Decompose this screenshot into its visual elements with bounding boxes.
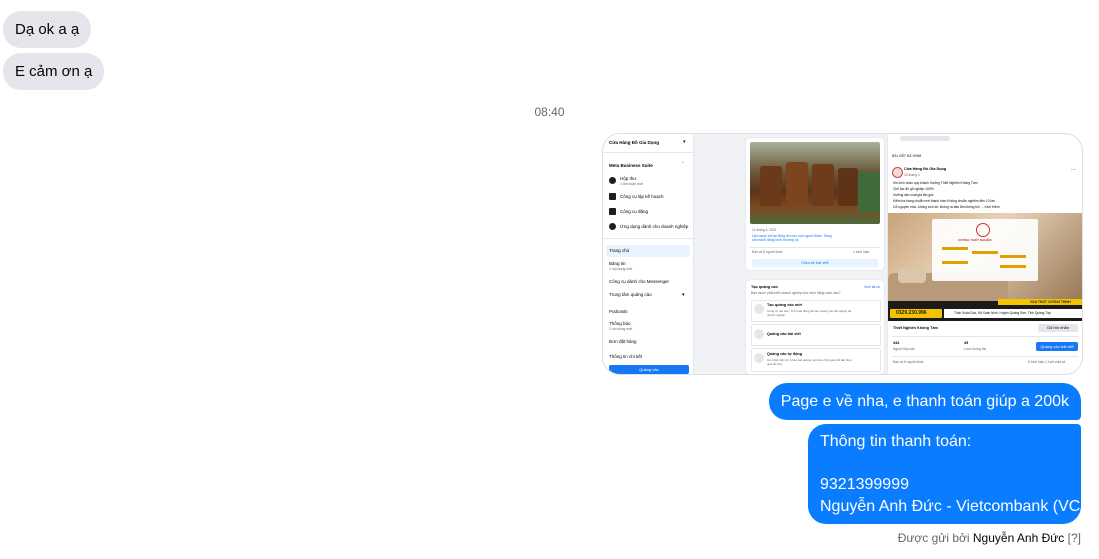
thumb-pinned-text: Xin kính chào quý khách Xưởng Thiết Nghi… [893, 181, 978, 185]
thumb-pinned-text: Gỗ nguyên mộc, không sơn lót, không ra d… [893, 205, 1000, 209]
thumb-ads-link: Xem tất cả [864, 285, 880, 289]
thumb-banner-address: Thôn Xuân Dục, Xã Xuân Nình, Huyện Quảng… [954, 311, 1051, 315]
thumb-pinned-page: Cửa Hàng Đồ Gia Dụng [904, 167, 947, 171]
thumb-ads-option: Quảng cáo tự động [767, 352, 803, 356]
thumb-banner-brand: XƯỞNG THIẾT NGHIỆN [958, 238, 992, 242]
boost-post-icon [754, 329, 764, 339]
thumb-ads-desc: Có nhận hiển thị, khảo sát quảng cáo the… [767, 358, 852, 366]
create-ad-icon [754, 304, 764, 314]
thumb-pinned-post: BÀI VIẾT ĐÃ GHIM Cửa Hàng Đồ Gia Dụng 15… [888, 134, 1082, 374]
thumb-stat-value: 344 [893, 341, 900, 345]
thumb-sidebar-sub: 1 tinh luận mới [620, 182, 644, 186]
thumb-shop-name: Thiết Nghiên Không Tâm [893, 326, 938, 330]
thumb-banner-phone: 0329.230.996 [896, 310, 927, 316]
thumb-stat-label: Lượt tương tác [964, 347, 987, 351]
chevron-up-icon: ˆ [682, 162, 684, 168]
thumb-pinned-label: BÀI VIẾT ĐÃ GHIM [892, 154, 922, 158]
thumb-page-name: Cửa Hàng Đồ Gia Dụng [609, 140, 660, 145]
payment-account-name: Nguyễn Anh Đức - Vietcombank (VCB) [820, 498, 1097, 515]
thumb-ads-option: Tạo quảng cáo mới [767, 303, 802, 307]
thumb-post-date: 11 tháng 4, 2021 [752, 228, 777, 232]
payment-heading: Thông tin thanh toán: [820, 433, 972, 450]
auto-ads-icon [754, 353, 764, 363]
avatar [892, 167, 903, 178]
thumb-pinned-date: 15 tháng 4 [904, 173, 920, 177]
thumb-sidebar-item: Hộp thư [620, 176, 637, 181]
thumb-ads-option: Quảng cáo bài viết [767, 332, 801, 336]
thumb-post-boost: Chia sẻ bài viết [752, 259, 878, 267]
payment-account-number: 9321399999 [820, 476, 909, 493]
post-icon [609, 208, 616, 215]
help-link[interactable]: [?] [1068, 531, 1081, 545]
thumb-post-caption: Lâu muộn trở lại đồng lên cho mọi người … [752, 234, 832, 242]
thumb-ads-desc: Công cụ tạo đơn, lịch hoạt động để tạo q… [767, 309, 852, 317]
thumb-nav-item: Thông báo [609, 321, 631, 326]
thumb-post-comments: 1 bình luận [853, 250, 870, 254]
thumb-nav-item: Đơn đặt hàng [609, 339, 637, 344]
thumb-nav-item: Trang chủ [609, 248, 630, 253]
apps-icon [609, 223, 616, 230]
shared-screenshot-image[interactable]: Cửa Hàng Đồ Gia Dụng ▾ Meta Business Sui… [602, 133, 1083, 375]
outgoing-message-payment[interactable]: Thông tin thanh toán: 9321399999 Nguyễn … [808, 424, 1096, 524]
thumb-ads-card: Tạo quảng cáo Xem tất cả Bạn muốn phát t… [746, 280, 884, 374]
thumb-pinned-text: Kiểm tra hàng chuẩn mới thanh toán Không… [893, 199, 995, 203]
thumb-promote-button: Quảng cáo bài viết [1036, 342, 1078, 351]
thumb-post-reach: Bạn và 5 người khác [752, 250, 783, 254]
more-icon: ··· [1071, 167, 1076, 173]
thumb-post-card: 11 tháng 4, 2021 Lâu muộn trở lại đồng l… [746, 138, 884, 270]
thumb-banner-tag: VỰA THỢT CƯỜNG THỊNH [1030, 300, 1071, 304]
chevron-down-icon: ▾ [683, 139, 686, 145]
thumb-nav-sub: 1 nội dung mới [609, 327, 633, 331]
sender-name-link[interactable]: Nguyễn Anh Đức [973, 531, 1064, 545]
thumb-banner-image: XƯỞNG THIẾT NGHIỆN VỰA THỢT CƯỜNG THỊNH … [888, 213, 1082, 321]
thumb-pinned-stats: 5 bình luận 1 lượt chia sẻ [1028, 360, 1066, 364]
thumb-sidebar-item: Ứng dụng dành cho doanh nghiệp [620, 224, 689, 229]
thumb-sidebar: Cửa Hàng Đồ Gia Dụng ▾ Meta Business Sui… [603, 134, 694, 374]
inbox-icon [609, 177, 616, 184]
thumb-nav-item: Trung tâm quảng cáo [609, 292, 652, 297]
chevron-down-icon: ▾ [682, 292, 685, 298]
sent-by-label: Được gửi bởi [897, 531, 970, 545]
calendar-icon [609, 193, 616, 200]
incoming-message[interactable]: Dạ ok a ạ [3, 11, 92, 48]
thumb-sidebar-item: Công cụ đăng [620, 209, 649, 214]
thumb-pinned-text: Xưởng sản xuất giá tận gốc [893, 193, 934, 197]
thumb-nav-item: Podcasts [609, 309, 628, 314]
thumb-nav-item: Công cụ dành cho Messenger [609, 279, 670, 284]
thumb-stat-value: 45 [964, 341, 969, 345]
incoming-message[interactable]: E cảm ơn ạ [3, 53, 105, 90]
thumb-sidebar-item: Công cụ lập kế hoạch [620, 194, 664, 199]
message-timestamp: 08:40 [534, 105, 565, 119]
thumb-pinned-reach: Bạn và 6 người khác [893, 360, 924, 364]
sent-by-footer: Được gửi bởi Nguyễn Anh Đức [?] [898, 531, 1081, 545]
thumb-ads-button: Quảng cáo [609, 365, 689, 374]
thumb-pinned-text: Chế tác đồ gỗ nghiệp 100% [893, 187, 934, 191]
thumb-ads-title: Tạo quảng cáo [751, 285, 778, 289]
thumb-ads-sub: Bạn muốn phát triển doanh nghiệp của mìn… [751, 291, 841, 295]
thumb-nav-item: Bảng tin [609, 261, 626, 266]
thumb-stat-label: Người tiếp cận [893, 347, 915, 351]
thumb-suite-title: Meta Business Suite [609, 163, 653, 168]
thumb-post-photo [750, 142, 880, 224]
outgoing-message[interactable]: Page e về nha, e thanh toán giúp a 200k [768, 383, 1081, 420]
thumb-send-message: Gửi tin nhắn [1038, 324, 1078, 332]
thumb-nav-item: Thông tin chi tiết [609, 354, 643, 359]
thumb-nav-sub: 1 nội dung mới [609, 267, 633, 271]
